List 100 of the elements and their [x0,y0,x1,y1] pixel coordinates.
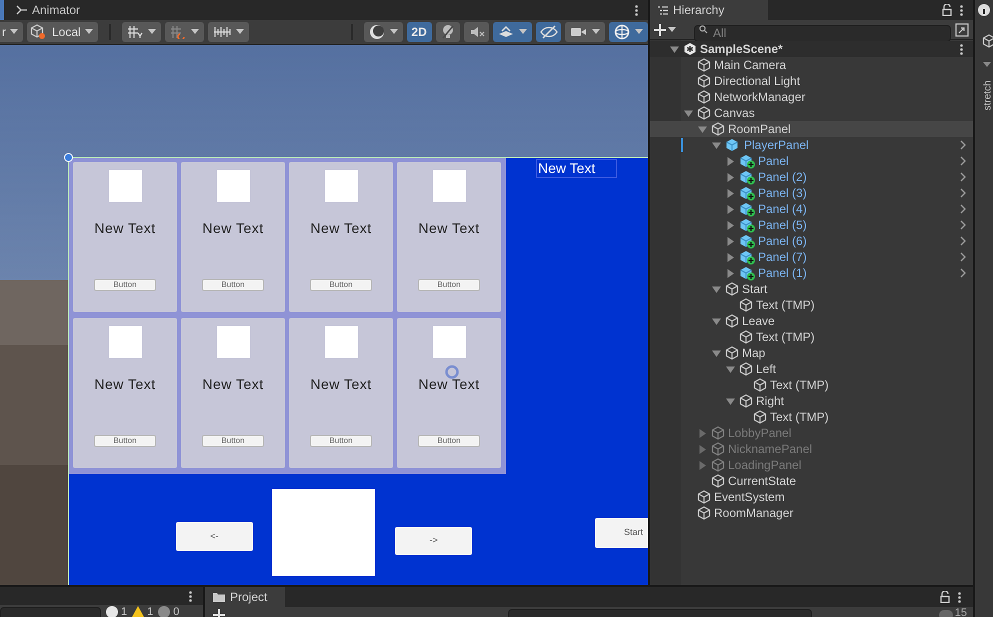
cube-icon [697,506,711,520]
info-icon[interactable] [978,4,990,16]
scene-header-row[interactable]: SampleScene* [650,41,973,57]
cube-icon [725,282,739,296]
prefab-added-icon [739,218,755,232]
hierarchy-item[interactable]: RoomPanel [650,121,973,137]
cube-icon [711,458,725,472]
expanded-arrow-icon[interactable] [712,316,721,326]
hierarchy-item[interactable]: Panel (4) [650,201,973,217]
dropdown[interactable]: Local [27,22,98,42]
hierarchy-item[interactable]: Panel (1) [650,265,973,281]
player-button[interactable]: Button [310,435,372,447]
hierarchy-item[interactable]: Text (TMP) [650,409,973,425]
toolbar-button[interactable] [208,22,249,42]
start-button[interactable]: Start [595,518,648,548]
player-button[interactable]: Button [202,279,264,291]
hierarchy-item[interactable]: Left [650,361,973,377]
toolbar-button[interactable] [164,22,204,42]
open-window-icon[interactable] [955,22,969,36]
hidden-eye-icon [540,25,558,39]
more-icon[interactable] [189,590,192,602]
hierarchy-item[interactable]: Leave [650,313,973,329]
console-count-toggle[interactable]: 1 [106,605,128,617]
more-icon[interactable] [960,4,963,16]
hierarchy-item[interactable]: Panel [650,153,973,169]
cube-icon [711,442,725,456]
console-count-toggle[interactable]: 0 [158,605,180,617]
cube-icon [753,378,767,392]
avatar-placeholder [216,326,250,358]
toolbar-button[interactable] [122,22,161,42]
hierarchy-item[interactable]: Canvas [650,105,973,121]
hierarchy-item[interactable]: Map [650,345,973,361]
item-label: Text (TMP) [770,409,829,425]
player-button[interactable]: Button [418,435,480,447]
search-field[interactable]: All [694,24,951,42]
item-label: Panel (4) [758,201,807,217]
caret-icon [84,29,93,35]
hierarchy-item[interactable]: PlayerPanel [650,137,973,153]
lock-icon[interactable] [940,591,950,603]
hierarchy-item[interactable]: CurrentState [650,473,973,489]
hierarchy-item[interactable]: Panel (2) [650,169,973,185]
toolbar-button[interactable] [464,22,490,42]
more-icon[interactable] [635,4,638,16]
toolbar-button[interactable] [609,22,648,42]
toolbar-button[interactable] [436,22,460,42]
more-icon[interactable] [958,592,961,602]
next-button[interactable]: -> [395,527,472,555]
hierarchy-item[interactable]: Text (TMP) [650,329,973,345]
item-label: Left [756,361,776,377]
cube-icon [982,34,993,48]
hierarchy-tab[interactable]: Hierarchy [650,0,768,20]
avatar-placeholder [108,326,142,358]
layers-icon [498,25,514,39]
cube-icon [697,490,711,504]
item-label: Text (TMP) [756,297,815,313]
expanded-arrow-icon[interactable] [726,396,735,406]
expanded-arrow-icon[interactable] [712,284,721,294]
caret-icon [668,26,676,32]
hierarchy-item[interactable]: Text (TMP) [650,297,973,313]
player-button[interactable]: Button [418,279,480,291]
dropdown[interactable]: r [0,22,23,42]
lock-icon[interactable] [942,4,952,16]
prefab-added-icon [739,170,755,184]
mode-toggle[interactable]: 2D [406,22,432,42]
player-button[interactable]: Button [94,435,156,447]
toolbar-button[interactable] [493,22,532,42]
toolbar-button[interactable] [364,22,403,42]
item-label: Leave [742,313,775,329]
hierarchy-item[interactable]: EventSystem [650,489,973,505]
hierarchy-item[interactable]: RoomManager [650,505,973,521]
player-button[interactable]: Button [310,279,372,291]
console-search-field[interactable] [0,607,101,617]
toolbar-button[interactable] [536,22,561,42]
hierarchy-item[interactable]: Start [650,281,973,297]
player-name: New Text [202,375,264,394]
hierarchy-item[interactable]: Panel (6) [650,233,973,249]
hierarchy-item[interactable]: Panel (7) [650,249,973,265]
error-icon [158,606,170,617]
toolbar-button[interactable] [565,22,605,42]
hierarchy-item[interactable]: NetworkManager [650,89,973,105]
player-button[interactable]: Button [202,435,264,447]
player-button[interactable]: Button [94,279,156,291]
prefab-added-icon [739,266,755,280]
hierarchy-item[interactable]: Panel (3) [650,185,973,201]
avatar-placeholder [324,326,358,358]
previous-button[interactable]: <- [176,522,253,551]
animator-tab[interactable]: Animator [4,0,90,20]
hierarchy-item[interactable]: Directional Light [650,73,973,89]
item-label: Canvas [714,105,755,121]
more-icon[interactable] [960,44,963,54]
expanded-arrow-icon[interactable] [670,44,679,54]
hierarchy-item[interactable]: Panel (5) [650,217,973,233]
hierarchy-item[interactable]: Right [650,393,973,409]
cube-icon [725,346,739,360]
search-icon [699,25,709,34]
hierarchy-item[interactable]: Text (TMP) [650,377,973,393]
console-count-toggle[interactable]: 1 [132,605,154,617]
hierarchy-item[interactable]: Main Camera [650,57,973,73]
player-name: New Text [310,219,372,238]
project-tab[interactable]: Project [205,587,285,607]
